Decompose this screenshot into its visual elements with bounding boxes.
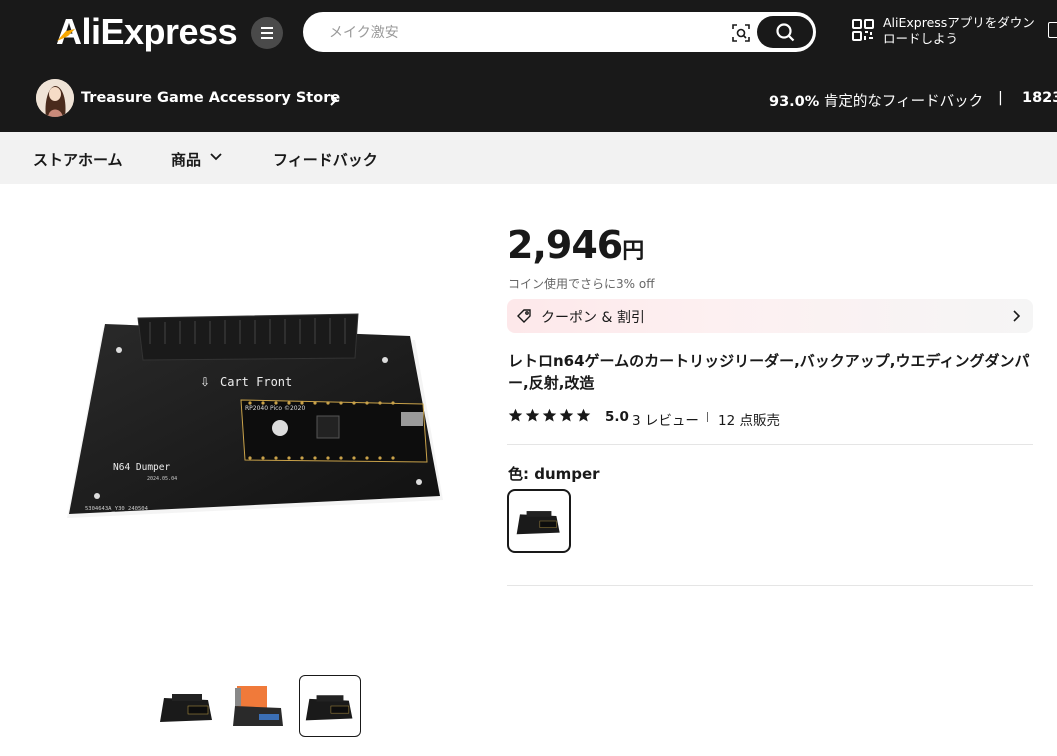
coupon-tag-icon bbox=[517, 309, 531, 323]
search-icon bbox=[776, 23, 795, 42]
nav-products[interactable]: 商品 bbox=[171, 149, 201, 170]
cart-icon[interactable] bbox=[1048, 22, 1057, 38]
store-avatar[interactable] bbox=[36, 79, 74, 117]
chevron-right-icon[interactable] bbox=[328, 93, 338, 107]
avatar-image bbox=[36, 79, 74, 117]
top-header: AliExpress AliExpressアプリをダウン ロードしよう bbox=[0, 0, 1057, 66]
feedback-summary: 93.0% 肯定的なフィードバック bbox=[769, 90, 983, 111]
app-download-line2: ロードしよう bbox=[883, 31, 959, 46]
app-download-text: AliExpressアプリをダウン ロードしよう bbox=[883, 15, 1035, 47]
coin-note: コイン使用でさらに3% off bbox=[508, 277, 655, 291]
board-serial-text: 5304643A_Y30_240504 bbox=[85, 506, 149, 512]
menu-button[interactable] bbox=[251, 17, 283, 49]
sold-count: 12 点販売 bbox=[718, 413, 780, 429]
star-icon bbox=[525, 408, 540, 422]
thumbnail-image bbox=[160, 694, 212, 722]
feedback-label: 肯定的なフィードバック bbox=[823, 94, 984, 110]
star-rating bbox=[508, 408, 591, 423]
thumbnail-image bbox=[305, 695, 353, 721]
aliexpress-logo[interactable]: AliExpress bbox=[56, 12, 238, 52]
swatch-image bbox=[516, 511, 560, 535]
board-n64-text: N64 Dumper bbox=[113, 462, 170, 473]
product-price: 2,946円 bbox=[507, 222, 644, 275]
store-nav: ストアホーム 商品 フィードバック bbox=[0, 132, 1057, 184]
search-button[interactable] bbox=[757, 16, 813, 48]
coupon-discount-row[interactable]: クーポン & 割引 bbox=[507, 299, 1033, 333]
board-cart-front-text: Cart Front bbox=[220, 375, 292, 389]
chevron-right-icon bbox=[1013, 310, 1020, 322]
menu-icon bbox=[261, 26, 273, 41]
logo-star-icon bbox=[57, 29, 75, 41]
camera-search-icon[interactable] bbox=[731, 23, 751, 43]
divider bbox=[707, 412, 708, 422]
star-icon bbox=[576, 408, 591, 422]
price-number: 2,946 bbox=[507, 223, 623, 267]
price-currency: 円 bbox=[622, 239, 645, 264]
svg-text:⇩: ⇩ bbox=[200, 375, 210, 389]
divider bbox=[507, 444, 1033, 445]
coupon-label: クーポン & 割引 bbox=[541, 310, 645, 326]
star-icon bbox=[508, 408, 523, 422]
thumbnail-1[interactable] bbox=[156, 675, 218, 737]
color-label: 色: dumper bbox=[508, 465, 600, 483]
star-icon bbox=[559, 408, 574, 422]
followers-count: 1823 bbox=[1022, 90, 1057, 106]
thumbnail-2[interactable] bbox=[228, 675, 290, 737]
thumbnail-3-selected[interactable] bbox=[299, 675, 361, 737]
board-pico-text: RP2040 Pico ©2020 bbox=[245, 405, 305, 412]
divider bbox=[507, 585, 1033, 586]
chevron-down-icon[interactable] bbox=[210, 153, 222, 161]
product-title: レトロn64ゲームのカートリッジリーダー,バックアップ,ウエディングダンパー,反… bbox=[508, 352, 1030, 392]
nav-store-home[interactable]: ストアホーム bbox=[33, 149, 123, 170]
separator: | bbox=[998, 90, 1003, 106]
star-icon bbox=[542, 408, 557, 422]
search-bar bbox=[303, 12, 816, 52]
rating-value: 5.0 bbox=[605, 409, 629, 425]
main-product-image[interactable]: Cart Front ⇩ RP2040 Pico ©2020 N64 Dumpe… bbox=[55, 300, 455, 535]
nav-feedback[interactable]: フィードバック bbox=[273, 149, 378, 170]
board-date-text: 2024.05.04 bbox=[147, 476, 177, 482]
app-download-link[interactable]: AliExpressアプリをダウン ロードしよう bbox=[851, 15, 1057, 51]
qr-code-icon bbox=[852, 19, 874, 41]
store-name[interactable]: Treasure Game Accessory Store bbox=[81, 90, 340, 106]
thumbnail-image bbox=[233, 686, 283, 726]
store-bar: Treasure Game Accessory Store 93.0% 肯定的な… bbox=[0, 66, 1057, 132]
reviews-link[interactable]: 3 レビュー bbox=[632, 409, 699, 429]
search-input[interactable] bbox=[329, 23, 709, 43]
color-swatch-dumper[interactable] bbox=[507, 489, 571, 553]
feedback-percent: 93.0% bbox=[769, 94, 820, 110]
app-download-line1: AliExpressアプリをダウン bbox=[883, 15, 1035, 30]
